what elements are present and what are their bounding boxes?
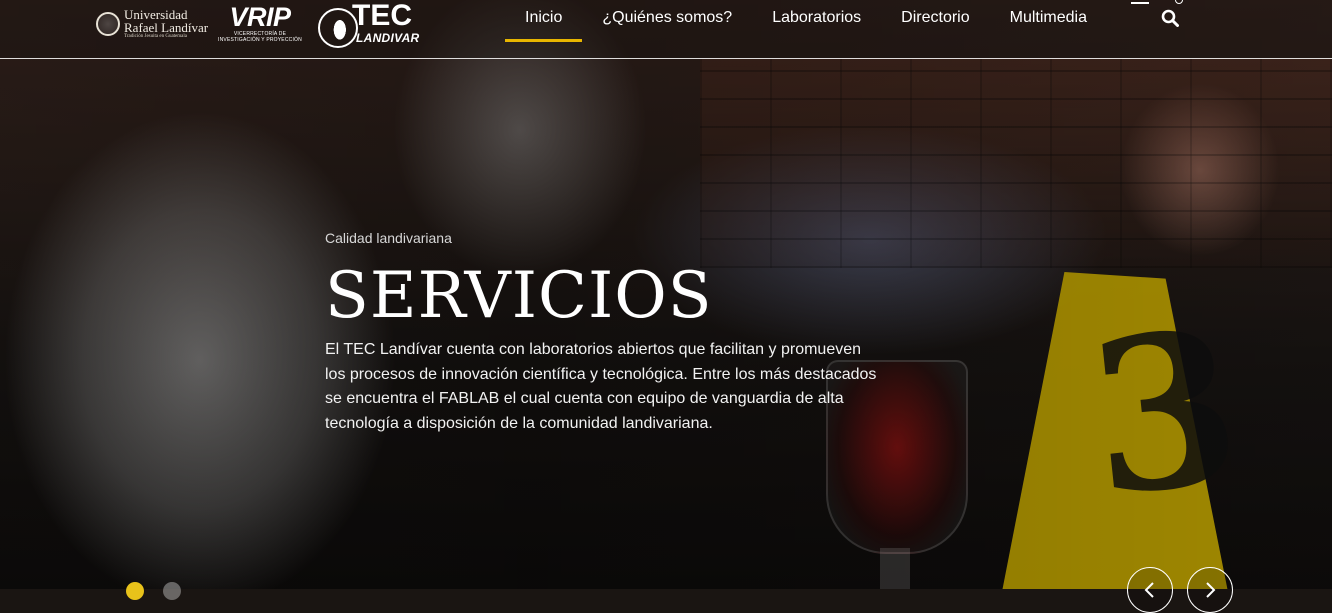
universidad-rafael-landivar-logo[interactable]: Universidad Rafael Landívar Tradición Je… [96, 6, 208, 42]
university-seal-icon [96, 12, 120, 36]
nav-item-quienes-somos[interactable]: ¿Quiénes somos? [582, 0, 752, 42]
nav-item-inicio[interactable]: Inicio [505, 0, 583, 42]
user-icon[interactable] [1131, 0, 1149, 4]
carousel-dot[interactable] [163, 582, 181, 600]
carousel-dot-active[interactable] [126, 582, 144, 600]
evidence-marker-image [1000, 272, 1230, 589]
chevron-left-icon [1144, 582, 1154, 598]
chevron-right-icon [1206, 582, 1216, 598]
carousel-prev-button[interactable] [1127, 567, 1173, 613]
tec-logo-word: TEC [352, 0, 412, 32]
nav-item-multimedia[interactable]: Multimedia [990, 0, 1107, 42]
language-icon[interactable] [1175, 0, 1183, 4]
main-nav: Inicio ¿Quiénes somos? Laboratorios Dire… [505, 0, 1107, 42]
evidence-marker-number: 3 [1079, 282, 1251, 544]
university-logo-line2: Rafael Landívar [124, 20, 209, 35]
vrip-logo-word: VRIP [229, 2, 291, 32]
top-navigation-bar: Universidad Rafael Landívar Tradición Je… [0, 0, 1332, 59]
vrip-logo[interactable]: VRIP VICERRECTORÍA DE INVESTIGACIÓN Y PR… [218, 3, 302, 43]
carousel-next-button[interactable] [1187, 567, 1233, 613]
university-logo-text: Universidad Rafael Landívar Tradición Je… [124, 8, 208, 40]
search-icon[interactable] [1161, 9, 1179, 27]
nav-item-directorio[interactable]: Directorio [881, 0, 989, 42]
university-logo-tagline: Tradición Jesuita en Guatemala [124, 34, 187, 39]
hero-kicker: Calidad landivariana [325, 230, 452, 246]
nav-item-laboratorios[interactable]: Laboratorios [752, 0, 881, 42]
tec-landivar-logo[interactable]: TEC LANDIVAR [318, 0, 422, 48]
hero-description: El TEC Landívar cuenta con laboratorios … [325, 341, 877, 432]
evidence-glass-stem [880, 548, 910, 589]
hero-title: SERVICIOS [325, 259, 713, 333]
vrip-logo-subtitle: VICERRECTORÍA DE INVESTIGACIÓN Y PROYECC… [218, 31, 302, 43]
tec-logo-subtitle: LANDIVAR [356, 31, 420, 45]
